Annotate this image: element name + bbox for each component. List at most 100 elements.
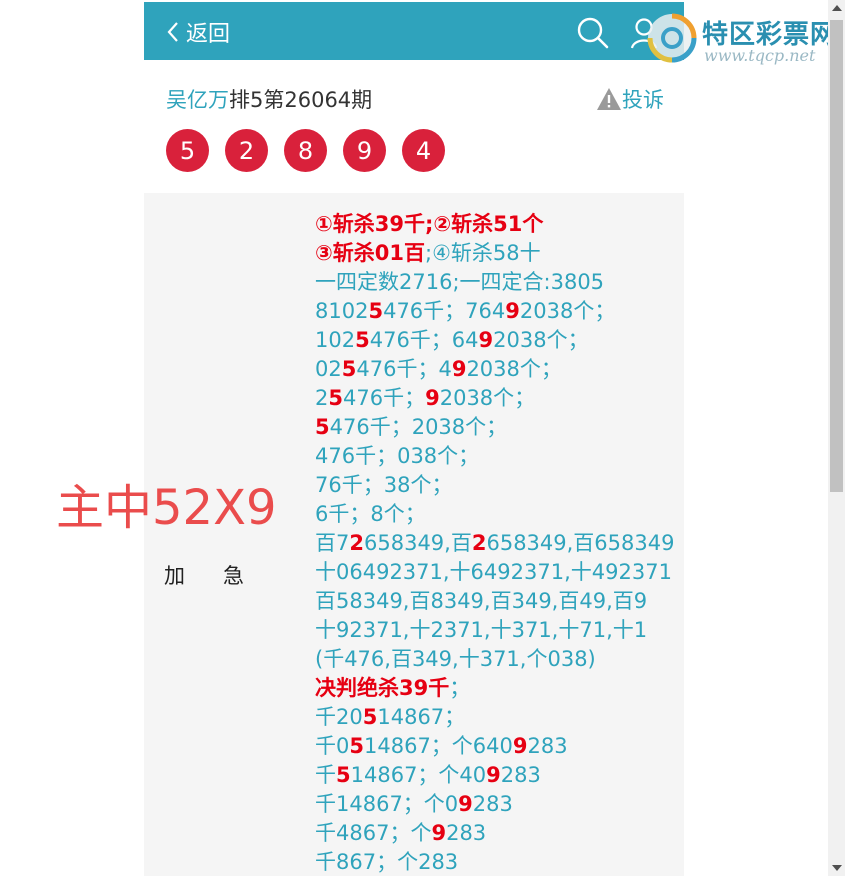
back-button[interactable]: 返回 bbox=[166, 16, 230, 48]
text-line: 千14867；个09283 bbox=[315, 790, 675, 819]
highlight-text: 9 bbox=[425, 386, 440, 410]
watermark-logo-icon bbox=[647, 13, 697, 63]
text-line: 千20514867； bbox=[315, 703, 675, 732]
line-text: 476千；764 bbox=[383, 299, 506, 323]
highlight-text: 9 bbox=[458, 792, 473, 816]
highlight-text: 决判绝杀39千 bbox=[315, 676, 450, 700]
overlay-main-text: 主中52X9 bbox=[56, 480, 277, 536]
line-text: 476千；4 bbox=[356, 357, 452, 381]
text-line: 一四定数2716;一四定合:3805 bbox=[315, 268, 675, 297]
highlight-text: 9 bbox=[505, 299, 520, 323]
text-line: 6千；8个； bbox=[315, 500, 675, 529]
result-balls: 5 2 8 9 4 bbox=[166, 129, 445, 172]
result-ball: 5 bbox=[166, 129, 209, 172]
text-line: 十06492371,十6492371,十492371 bbox=[315, 558, 675, 587]
line-text: 14867；个40 bbox=[350, 763, 487, 787]
text-line: 百72658349,百2658349,百658349 bbox=[315, 529, 675, 558]
line-text: ； bbox=[449, 676, 471, 700]
text-line: 025476千；492038个； bbox=[315, 355, 675, 384]
highlight-text: 2 bbox=[349, 531, 364, 555]
text-line: 百58349,百8349,百349,百49,百9 bbox=[315, 587, 675, 616]
line-text: 76千；38个； bbox=[315, 473, 453, 497]
scroll-thumb[interactable] bbox=[830, 20, 843, 492]
line-text: 千20 bbox=[315, 705, 363, 729]
line-text: ;④斩杀58十 bbox=[425, 241, 541, 265]
line-text: 102 bbox=[315, 328, 356, 352]
line-text: 十06492371,十6492371,十492371 bbox=[315, 560, 672, 584]
line-text: 283 bbox=[446, 821, 487, 845]
text-line: 476千；038个； bbox=[315, 442, 675, 471]
chevron-left-icon bbox=[167, 22, 178, 42]
line-text: 十92371,十2371,十371,十71,十1 bbox=[315, 618, 648, 642]
highlight-text: 9 bbox=[486, 763, 501, 787]
line-text: 8102 bbox=[315, 299, 369, 323]
highlight-text: 9 bbox=[478, 328, 494, 352]
highlight-text: 2 bbox=[471, 531, 487, 555]
result-ball: 8 bbox=[284, 129, 327, 172]
line-text: 2038个； bbox=[493, 328, 589, 352]
line-text: 百58349,百8349,百349,百49,百9 bbox=[315, 589, 648, 613]
issue-title: 排5第26064期 bbox=[229, 88, 373, 112]
line-text: 14867；个640 bbox=[364, 734, 513, 758]
text-line: 十92371,十2371,十371,十71,十1 bbox=[315, 616, 675, 645]
highlight-text: 5 bbox=[341, 357, 357, 381]
search-icon[interactable] bbox=[576, 16, 610, 50]
watermark-url: www.tqcp.net bbox=[704, 46, 816, 65]
highlight-text: 5 bbox=[328, 386, 343, 410]
highlight-text: 9 bbox=[451, 357, 467, 381]
line-text: 283 bbox=[527, 734, 568, 758]
text-line: (千476,百349,十371,个038) bbox=[315, 645, 675, 674]
text-line: 1025476千；6492038个； bbox=[315, 326, 675, 355]
line-text: 14867； bbox=[377, 705, 466, 729]
post-title: 吴亿万排5第26064期 投诉 bbox=[166, 84, 664, 116]
text-line: 76千；38个； bbox=[315, 471, 675, 500]
back-label: 返回 bbox=[186, 22, 231, 47]
highlight-text: 5 bbox=[315, 415, 330, 439]
side-label: 加急 bbox=[164, 564, 282, 588]
scroll-up-arrow[interactable] bbox=[832, 5, 842, 11]
text-line: 5476千；2038个； bbox=[315, 413, 675, 442]
line-text: 476千；64 bbox=[369, 328, 479, 352]
line-text: 千14867；个0 bbox=[315, 792, 459, 816]
text-line: 千0514867；个6409283 bbox=[315, 732, 675, 761]
text-line: 千4867；个9283 bbox=[315, 819, 675, 848]
line-text: 千867；个283 bbox=[315, 850, 459, 874]
line-text: 千 bbox=[315, 763, 336, 787]
author-link[interactable]: 吴亿万 bbox=[166, 88, 229, 112]
highlight-text: 5 bbox=[336, 763, 351, 787]
line-text: 一四定数2716;一四定合:3805 bbox=[315, 270, 605, 294]
highlight-text: 5 bbox=[349, 734, 364, 758]
line-text: (千476,百349,十371,个038) bbox=[315, 647, 596, 671]
line-text: 千0 bbox=[315, 734, 350, 758]
line-text: 658349,百658349 bbox=[486, 531, 675, 555]
highlight-text: ①斩杀39千;②斩杀51个 bbox=[315, 212, 544, 236]
text-line: 25476千；92038个； bbox=[315, 384, 675, 413]
scroll-down-arrow[interactable] bbox=[832, 865, 842, 871]
line-text: 476千；038个； bbox=[315, 444, 480, 468]
line-text: 千4867；个 bbox=[315, 821, 432, 845]
text-line: 千867；个283 bbox=[315, 848, 675, 876]
complain-button[interactable]: 投诉 bbox=[596, 84, 664, 114]
app-frame: 返回 吴亿万排5第26064期 投诉 5 2 8 9 4 加急 ①斩杀39千;②… bbox=[144, 0, 684, 876]
highlight-text: 9 bbox=[512, 734, 528, 758]
watermark: 特区彩票网 www.tqcp.net bbox=[644, 8, 844, 68]
line-text: 2 bbox=[315, 386, 329, 410]
scrollbar[interactable] bbox=[828, 0, 845, 876]
line-text: 2038个； bbox=[466, 357, 562, 381]
text-line: 81025476千；76492038个； bbox=[315, 297, 675, 326]
top-bar: 返回 bbox=[144, 2, 684, 60]
result-ball: 9 bbox=[343, 129, 386, 172]
prediction-text: ①斩杀39千;②斩杀51个 ③斩杀01百;④斩杀58十 一四定数2716;一四定合:… bbox=[315, 210, 675, 876]
highlight-text: 5 bbox=[362, 705, 378, 729]
text-line: 千514867；个409283 bbox=[315, 761, 675, 790]
line-text: 476千； bbox=[343, 386, 426, 410]
line-text: 658349,百 bbox=[364, 531, 472, 555]
line-text: 6千；8个； bbox=[315, 502, 426, 526]
highlight-text: 5 bbox=[355, 328, 370, 352]
text-line: ③斩杀01百;④斩杀58十 bbox=[315, 239, 675, 268]
highlight-text: ③斩杀01百 bbox=[315, 241, 426, 265]
line-text: 百7 bbox=[315, 531, 350, 555]
line-text: 283 bbox=[500, 763, 541, 787]
line-text: 476千；2038个； bbox=[329, 415, 508, 439]
text-line: ①斩杀39千;②斩杀51个 bbox=[315, 210, 675, 239]
